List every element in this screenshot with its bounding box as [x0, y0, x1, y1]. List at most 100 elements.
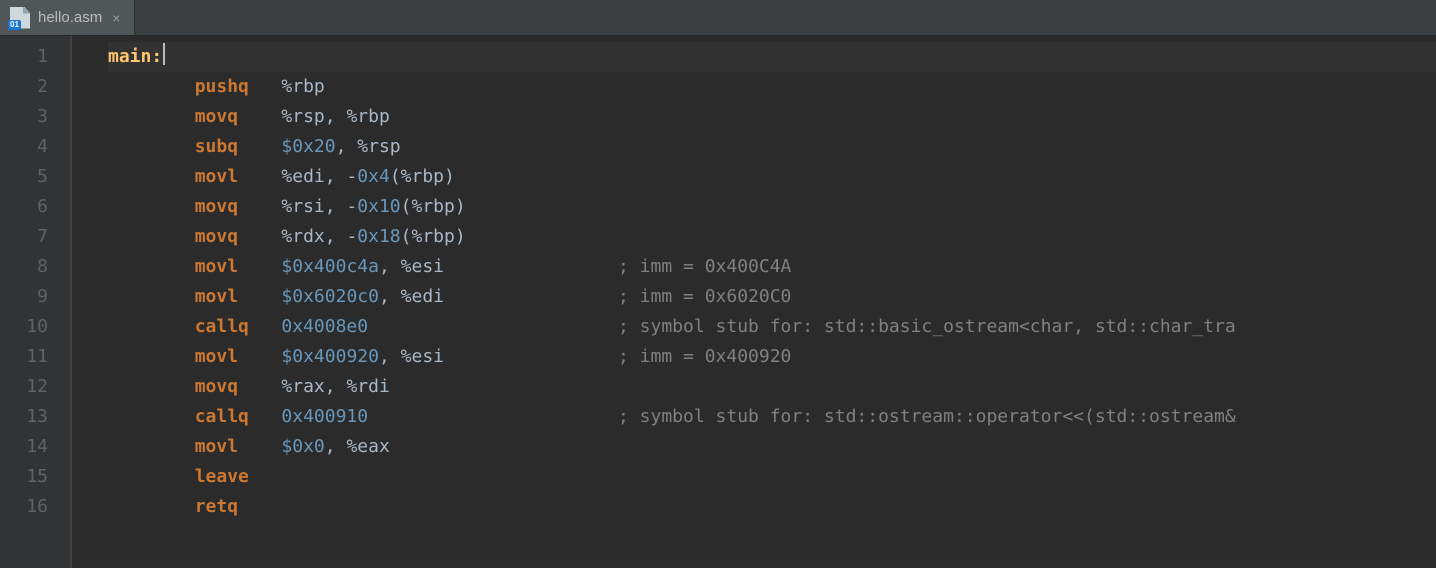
code-token: %rax [281, 376, 324, 397]
code-token: %rbp [412, 196, 455, 217]
code-token: $0x400c4a [281, 256, 379, 277]
tab-title: hello.asm [38, 9, 102, 26]
code-token: , [325, 106, 347, 127]
code-instruction: leave [195, 466, 249, 487]
code-token: , [325, 436, 347, 457]
code-token: %rbp [346, 106, 389, 127]
line-number: 8 [0, 252, 70, 282]
code-token: %rbp [412, 226, 455, 247]
asm-file-icon: 01 [10, 7, 30, 29]
code-token: %edi [281, 166, 324, 187]
code-line-content: movq %rsp, %rbp [108, 102, 618, 132]
line-number: 4 [0, 132, 70, 162]
code-line-content: movl %edi, -0x4(%rbp) [108, 162, 618, 192]
line-number: 10 [0, 312, 70, 342]
code-line[interactable]: leave [108, 462, 1436, 492]
code-instruction: movq [195, 196, 238, 217]
code-token: ) [455, 226, 466, 247]
code-label: main: [108, 46, 162, 67]
code-token: ( [401, 196, 412, 217]
code-line[interactable]: movl %edi, -0x4(%rbp) [108, 162, 1436, 192]
line-number: 5 [0, 162, 70, 192]
code-line[interactable]: retq [108, 492, 1436, 522]
code-token: $0x0 [281, 436, 324, 457]
line-number: 3 [0, 102, 70, 132]
code-token: %rdi [346, 376, 389, 397]
code-token: %edi [401, 286, 444, 307]
code-token: %esi [401, 256, 444, 277]
line-number: 12 [0, 372, 70, 402]
code-token: $0x400920 [281, 346, 379, 367]
code-instruction: retq [195, 496, 238, 517]
code-line[interactable]: movl $0x400c4a, %esi; imm = 0x400C4A [108, 252, 1436, 282]
code-comment: ; symbol stub for: std::ostream::operato… [618, 402, 1236, 432]
code-line-content: callq 0x400910 [108, 402, 618, 432]
code-comment: ; imm = 0x400920 [618, 342, 791, 372]
code-token: $0x20 [281, 136, 335, 157]
code-token: 0x10 [357, 196, 400, 217]
line-number: 15 [0, 462, 70, 492]
code-line[interactable]: movq %rdx, -0x18(%rbp) [108, 222, 1436, 252]
code-token: , [379, 286, 401, 307]
code-area[interactable]: main: pushq %rbp movq %rsp, %rbp subq $0… [70, 36, 1436, 568]
code-comment: ; imm = 0x6020C0 [618, 282, 791, 312]
code-token: %esi [401, 346, 444, 367]
code-token: , [336, 136, 358, 157]
line-number: 2 [0, 72, 70, 102]
code-line[interactable]: movl $0x0, %eax [108, 432, 1436, 462]
code-token: , [325, 376, 347, 397]
code-comment: ; imm = 0x400C4A [618, 252, 791, 282]
code-token: %rbp [401, 166, 444, 187]
code-token: , - [325, 196, 358, 217]
code-token: %eax [346, 436, 389, 457]
code-line-content: movl $0x400c4a, %esi [108, 252, 618, 282]
code-line-content: retq [108, 492, 618, 522]
code-instruction: movq [195, 106, 238, 127]
editor[interactable]: 12345678910111213141516 main: pushq %rbp… [0, 36, 1436, 568]
code-token: , [379, 256, 401, 277]
code-line[interactable]: pushq %rbp [108, 72, 1436, 102]
code-line-content: movq %rdx, -0x18(%rbp) [108, 222, 618, 252]
code-instruction: pushq [195, 76, 249, 97]
line-number: 13 [0, 402, 70, 432]
code-line[interactable]: subq $0x20, %rsp [108, 132, 1436, 162]
code-token: , [379, 346, 401, 367]
code-instruction: movl [195, 256, 238, 277]
code-line-content: movl $0x6020c0, %edi [108, 282, 618, 312]
file-icon-badge: 01 [8, 20, 21, 30]
code-line[interactable]: callq 0x4008e0; symbol stub for: std::ba… [108, 312, 1436, 342]
code-instruction: movq [195, 226, 238, 247]
code-line[interactable]: main: [108, 42, 1436, 72]
line-number: 7 [0, 222, 70, 252]
line-number-gutter: 12345678910111213141516 [0, 36, 70, 568]
code-token: %rsi [281, 196, 324, 217]
code-instruction: callq [195, 406, 249, 427]
code-token: 0x400910 [281, 406, 368, 427]
code-token: %rsp [357, 136, 400, 157]
tab-bar: 01 hello.asm × [0, 0, 1436, 36]
code-instruction: movl [195, 286, 238, 307]
code-line-content: subq $0x20, %rsp [108, 132, 618, 162]
tab-hello-asm[interactable]: 01 hello.asm × [0, 0, 135, 35]
text-cursor [163, 43, 165, 65]
close-icon[interactable]: × [110, 8, 122, 28]
code-line[interactable]: movl $0x6020c0, %edi; imm = 0x6020C0 [108, 282, 1436, 312]
code-comment: ; symbol stub for: std::basic_ostream<ch… [618, 312, 1236, 342]
code-instruction: movl [195, 346, 238, 367]
line-number: 1 [0, 42, 70, 72]
code-token: 0x4008e0 [281, 316, 368, 337]
code-line[interactable]: movq %rsp, %rbp [108, 102, 1436, 132]
line-number: 6 [0, 192, 70, 222]
code-line[interactable]: movq %rsi, -0x10(%rbp) [108, 192, 1436, 222]
code-token: ) [444, 166, 455, 187]
code-instruction: movl [195, 436, 238, 457]
code-line[interactable]: movl $0x400920, %esi ; imm = 0x400920 [108, 342, 1436, 372]
code-line-content: main: [108, 42, 618, 72]
code-instruction: movq [195, 376, 238, 397]
code-line[interactable]: callq 0x400910; symbol stub for: std::os… [108, 402, 1436, 432]
line-number: 9 [0, 282, 70, 312]
code-token: %rsp [281, 106, 324, 127]
code-line[interactable]: movq %rax, %rdi [108, 372, 1436, 402]
code-token: , - [325, 226, 358, 247]
code-token: %rdx [281, 226, 324, 247]
